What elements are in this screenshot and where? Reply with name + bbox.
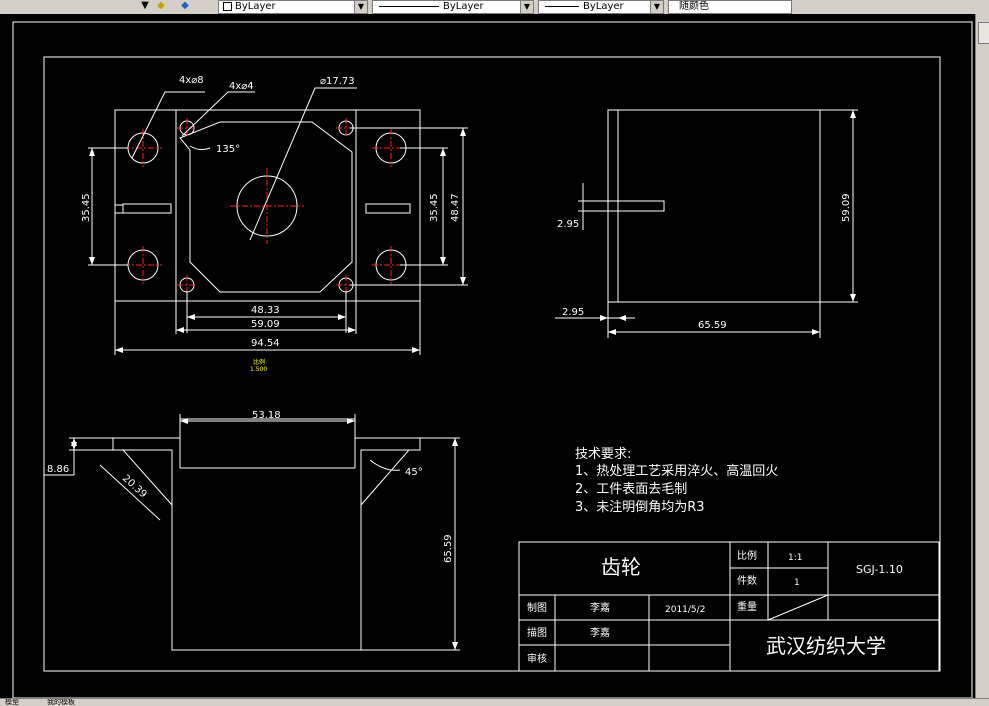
- drawn-date: 2011/5/2: [665, 605, 705, 615]
- plotstyle-control-value: 随颜色: [679, 1, 709, 12]
- title-block-texts: 齿轮 比例 1:1 件数 1 重量 SGJ-1.10 制图 李嘉 2011/5/…: [527, 549, 903, 665]
- chevron-down-icon[interactable]: ▼: [354, 1, 367, 13]
- dim-bottom-2-label: 59.09: [251, 319, 280, 330]
- dim-right-outer-label: 48.47: [450, 193, 461, 222]
- dimension-lines: [44, 87, 858, 651]
- layer-previous-icon[interactable]: ◆: [178, 0, 192, 12]
- lineweight-control-value: ByLayer: [583, 1, 624, 12]
- scale-label: 比例: [737, 549, 757, 562]
- front-height-label: 65.59: [443, 534, 454, 563]
- center-hole-label: ⌀17.73: [320, 76, 355, 87]
- drawing-canvas[interactable]: 4x⌀8 4x⌀4 ⌀17.73 135° 35.45 35.45 48.47 …: [0, 14, 975, 698]
- drawing-number: SGJ-1.10: [856, 563, 903, 576]
- front-flange-label: 8.86: [47, 464, 69, 475]
- color-control-select[interactable]: ByLayer ▼: [218, 0, 368, 14]
- part-name: 齿轮: [601, 555, 641, 579]
- notes-line-1: 1、热处理工艺采用淬火、高温回火: [575, 463, 778, 479]
- color-control-value: ByLayer: [235, 1, 276, 12]
- technical-notes: 技术要求: 1、热处理工艺采用淬火、高温回火 2、工件表面去毛制 3、未注明倒角…: [575, 447, 778, 515]
- side-offset-label: 2.95: [562, 307, 584, 318]
- side-slot-label: 2.95: [557, 219, 579, 230]
- side-width-label: 65.59: [698, 320, 727, 331]
- properties-toolbar: ▼ ◆ ◆ ByLayer ▼ ByLayer ▼ ByLayer ▼ 随颜色: [0, 0, 989, 15]
- chevron-down-icon[interactable]: ▼: [650, 1, 663, 13]
- lineweight-sample-icon: [545, 5, 579, 7]
- weight-label: 重量: [737, 600, 757, 613]
- checked-label: 审核: [527, 652, 547, 665]
- scrollbar-thumb[interactable]: [978, 22, 989, 44]
- side-height-label: 59.09: [841, 193, 852, 222]
- scale-note-value: 1.500: [250, 366, 267, 373]
- scale-note: 比例 1.500: [250, 358, 267, 373]
- cad-drawing: 4x⌀8 4x⌀4 ⌀17.73 135° 35.45 35.45 48.47 …: [12, 21, 973, 698]
- notes-title: 技术要求:: [575, 447, 631, 462]
- linetype-control-value: ByLayer: [443, 1, 484, 12]
- dim-bottom-1-label: 48.33: [251, 305, 280, 316]
- center-lines: [124, 118, 410, 295]
- drawn-label: 制图: [527, 601, 547, 614]
- dim-left-label: 35.45: [81, 193, 92, 222]
- top-angle-label: 135°: [216, 144, 240, 155]
- scale-note-label: 比例: [253, 358, 265, 366]
- color-swatch-icon: [223, 1, 232, 11]
- scale-value: 1:1: [788, 553, 802, 563]
- linetype-control-select[interactable]: ByLayer ▼: [372, 0, 534, 14]
- vertical-scrollbar[interactable]: [975, 14, 989, 698]
- layer-manager-icon[interactable]: ◆: [154, 0, 168, 12]
- notes-line-2: 2、工件表面去毛制: [575, 482, 687, 497]
- notes-line-3: 3、未注明倒角均为R3: [575, 500, 705, 515]
- chevron-down-icon[interactable]: ▼: [520, 1, 533, 13]
- front-angle-label: 45°: [405, 467, 423, 478]
- drawn-name: 李嘉: [590, 601, 610, 614]
- linetype-sample-icon: [379, 5, 439, 7]
- layer-state-icon[interactable]: ▼: [138, 0, 152, 12]
- school-name: 武汉纺织大学: [766, 634, 886, 658]
- traced-name: 李嘉: [590, 626, 610, 639]
- front-top-label: 53.18: [252, 410, 281, 421]
- holes8-label: 4x⌀8: [179, 75, 204, 86]
- count-label: 件数: [737, 574, 757, 587]
- side-view: [607, 109, 821, 303]
- dimension-texts: 4x⌀8 4x⌀4 ⌀17.73 135° 35.45 35.45 48.47 …: [47, 75, 852, 563]
- holes4-label: 4x⌀4: [229, 81, 254, 92]
- front-view: [112, 418, 421, 651]
- dim-bottom-3-label: 94.54: [251, 338, 280, 349]
- dim-right-inner-label: 35.45: [429, 193, 440, 222]
- count-value: 1: [794, 578, 800, 588]
- sheet-inner-border: [43, 56, 941, 672]
- plotstyle-control-select[interactable]: 随颜色: [668, 0, 792, 14]
- traced-label: 描图: [527, 626, 547, 639]
- lineweight-control-select[interactable]: ByLayer ▼: [538, 0, 664, 14]
